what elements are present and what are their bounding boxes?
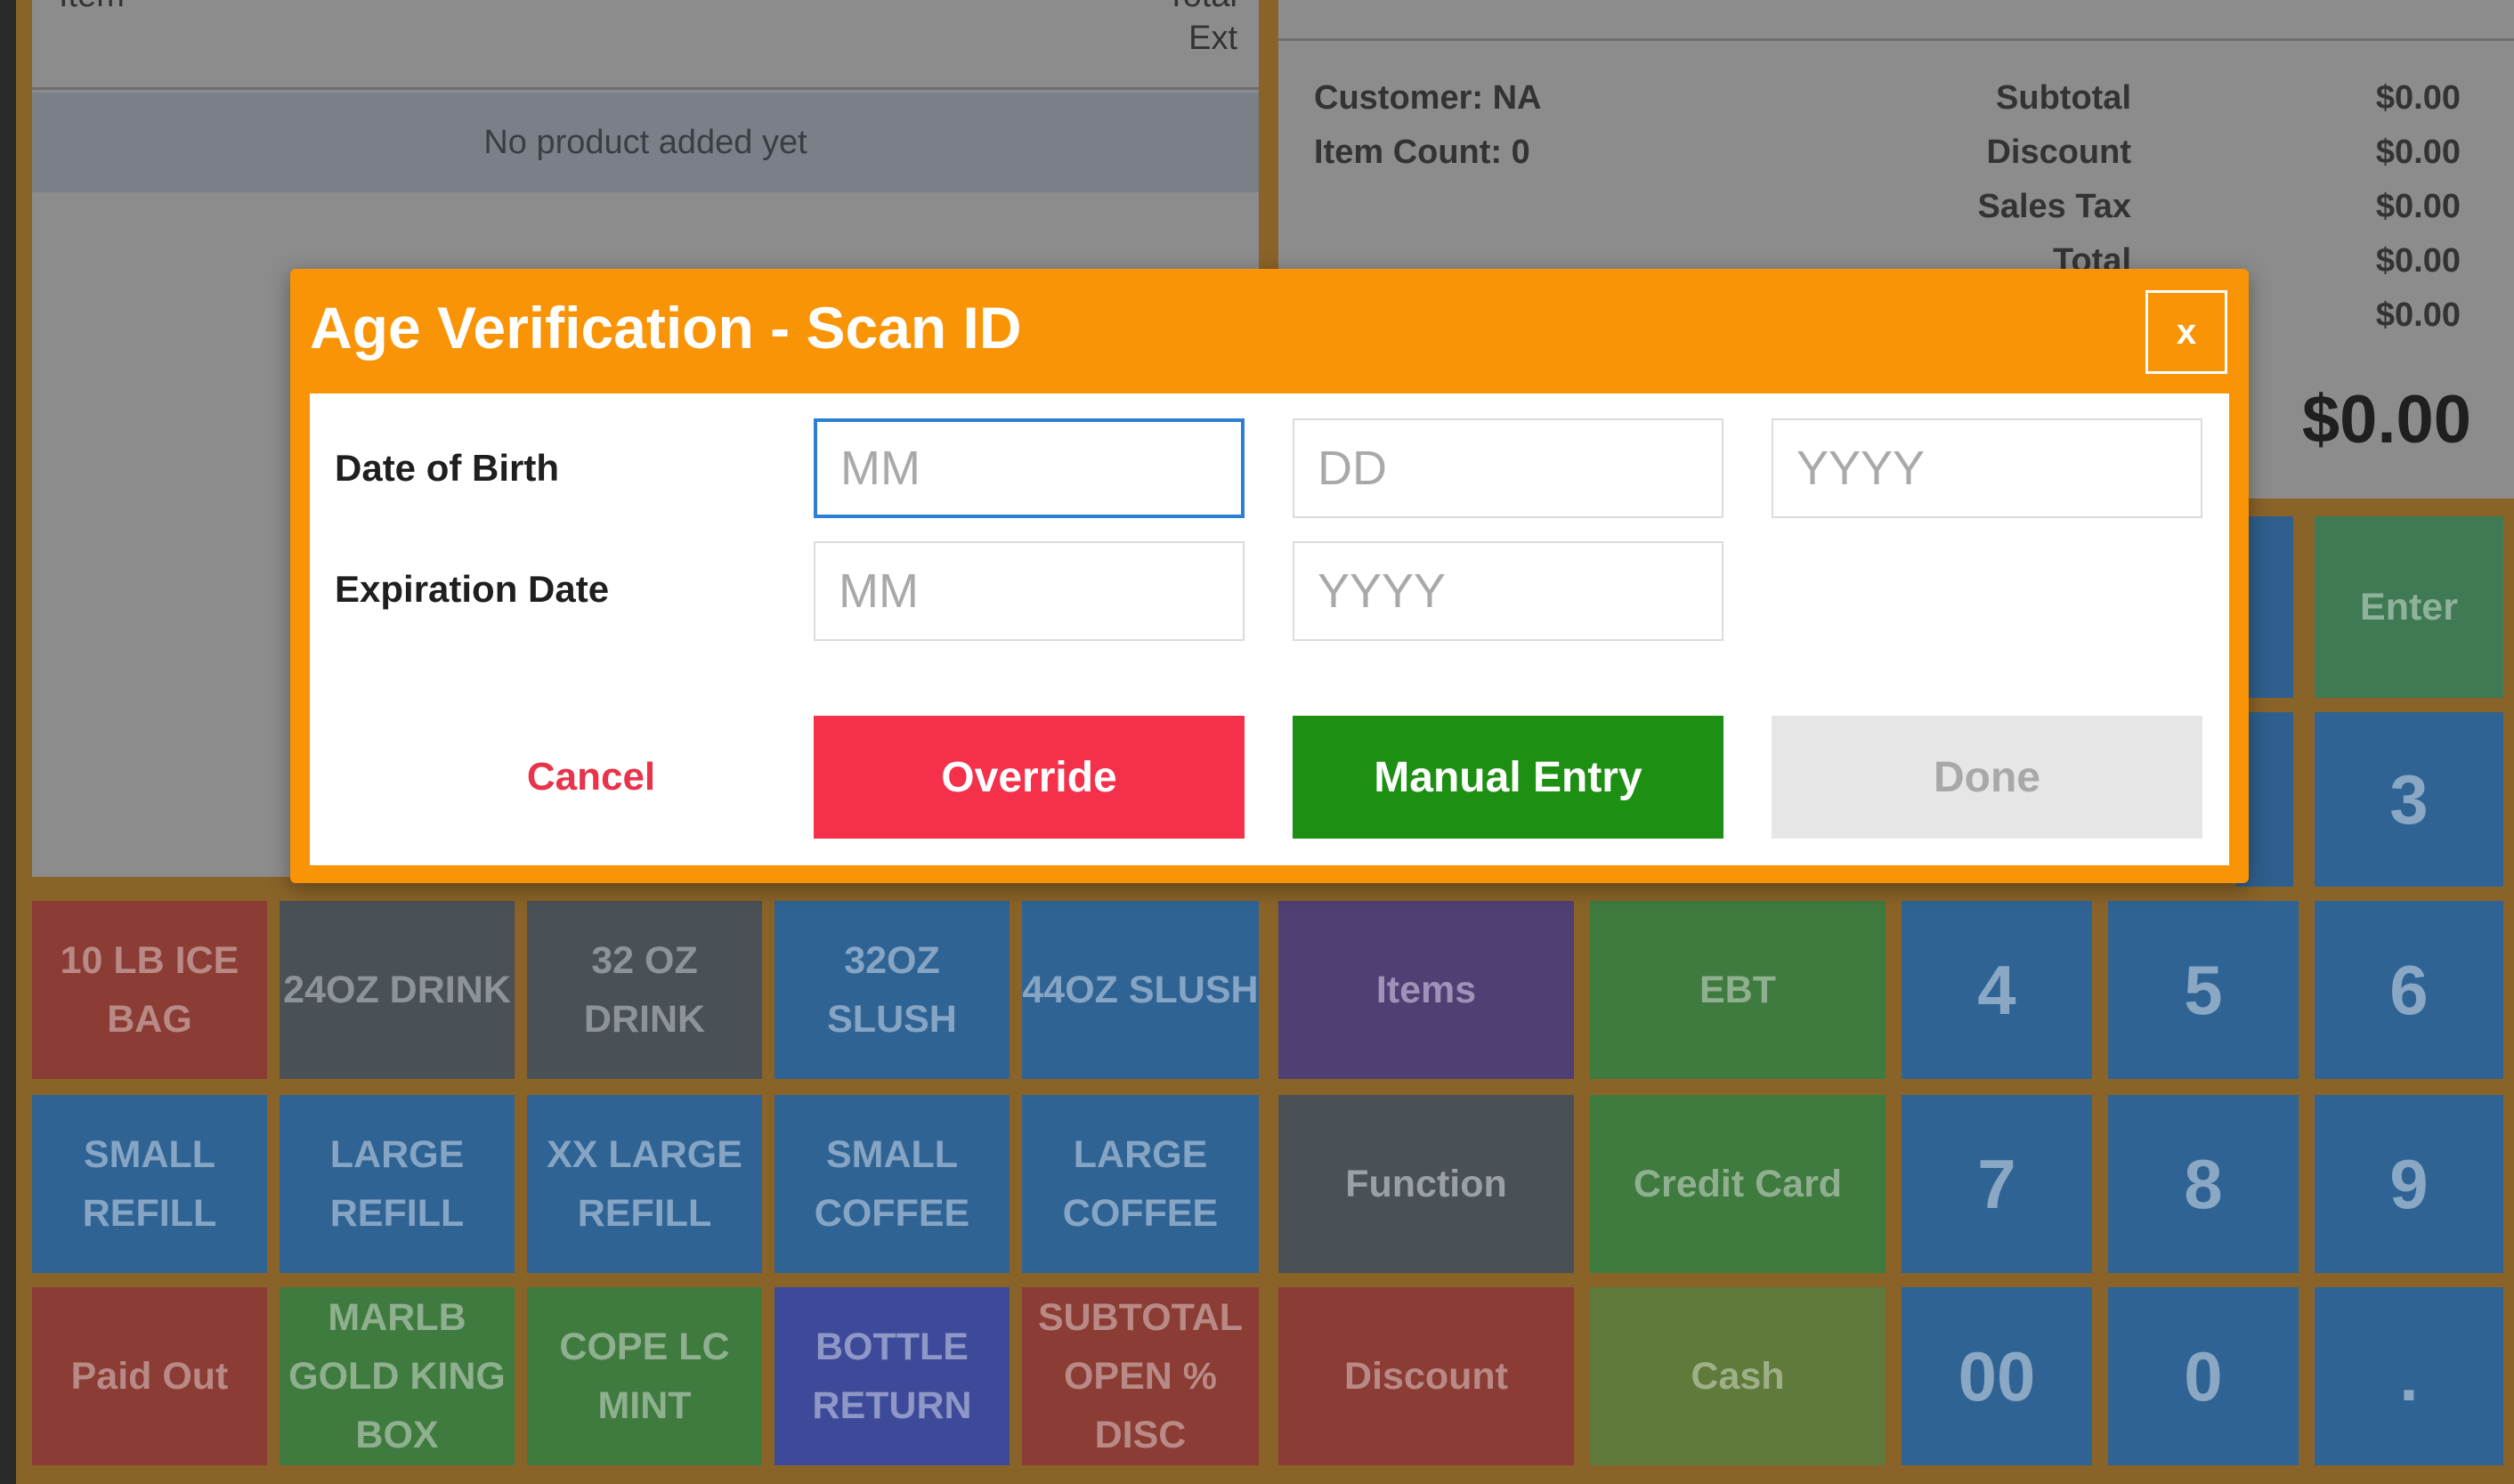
dob-month-input[interactable]: [814, 418, 1245, 518]
dob-label: Date of Birth: [335, 447, 559, 489]
modal-body: Date of Birth Expiration Date Cancel Ove…: [310, 393, 2229, 865]
expiration-month-input[interactable]: [814, 541, 1245, 641]
manual-entry-button[interactable]: Manual Entry: [1293, 716, 1723, 839]
dob-year-input[interactable]: [1772, 418, 2202, 518]
done-button[interactable]: Done: [1772, 716, 2202, 839]
override-button[interactable]: Override: [814, 716, 1245, 839]
dob-day-input[interactable]: [1293, 418, 1723, 518]
age-verification-modal: Age Verification - Scan ID x Date of Bir…: [290, 269, 2249, 883]
expiration-label: Expiration Date: [335, 568, 610, 610]
cancel-button[interactable]: Cancel: [440, 716, 742, 839]
expiration-year-input[interactable]: [1293, 541, 1723, 641]
close-button[interactable]: x: [2145, 290, 2227, 374]
modal-title: Age Verification - Scan ID: [310, 295, 1022, 361]
